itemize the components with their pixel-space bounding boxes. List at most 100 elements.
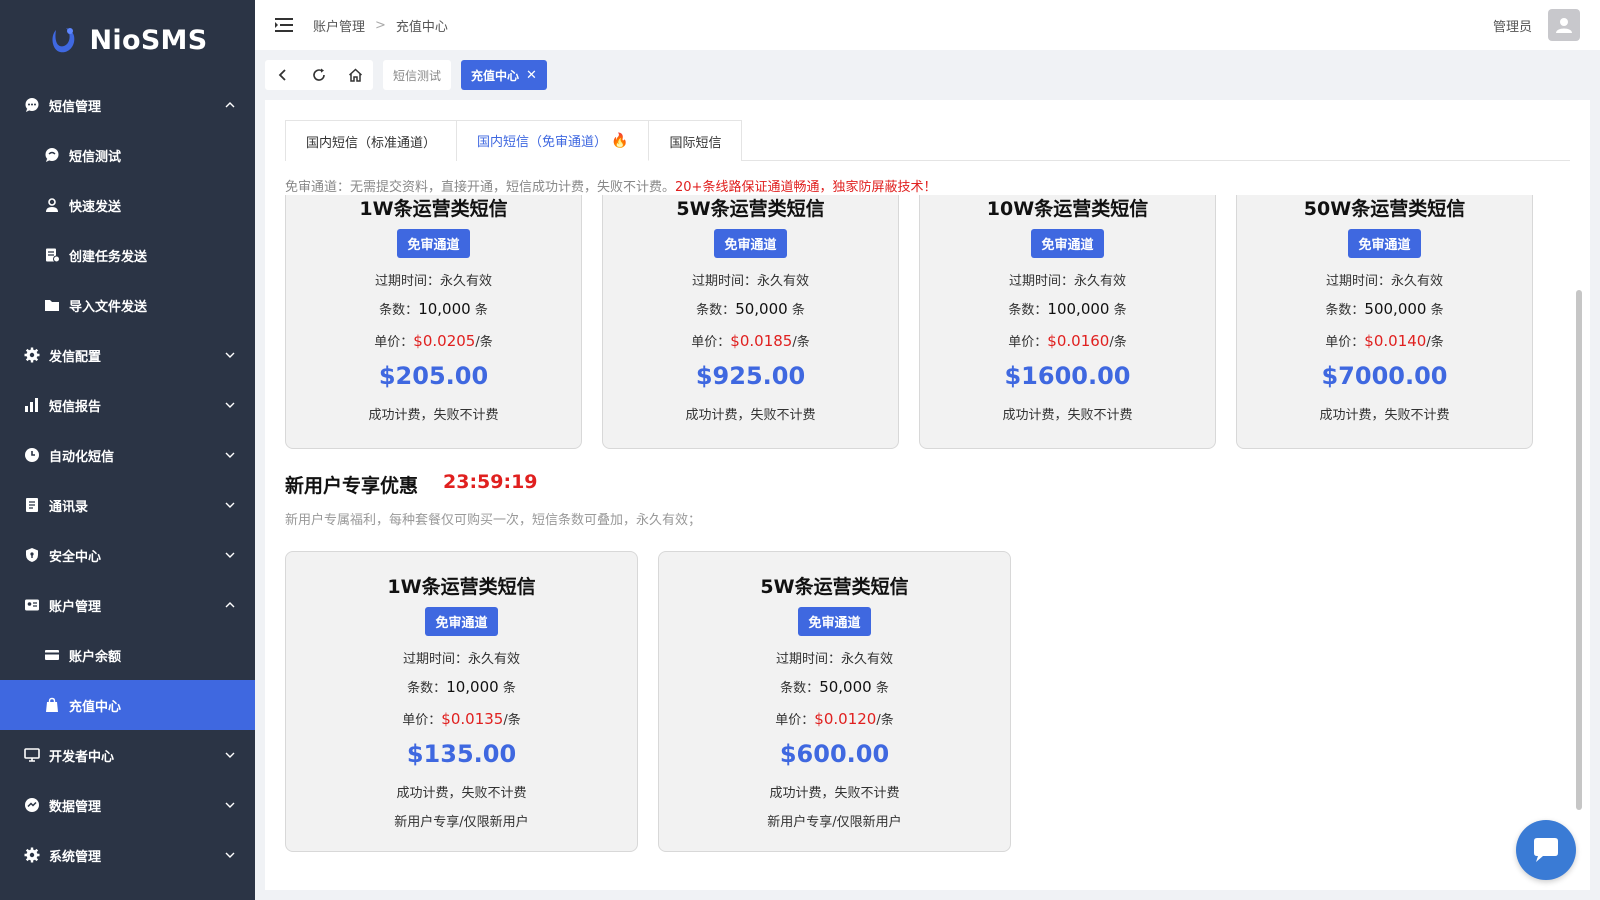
expire-label: 过期时间： (691, 274, 757, 289)
channel-tabs: 国内短信（标准通道） 国内短信（免审通道） 🔥 国际短信 (285, 120, 1570, 161)
unit-price-label: 单价： (1008, 335, 1048, 350)
tab-international[interactable]: 国际短信 (649, 120, 743, 161)
avatar[interactable] (1548, 9, 1580, 41)
address-book-icon (24, 497, 40, 513)
expire-row: 过期时间：永久有效 (776, 652, 893, 667)
logo[interactable]: NioSMS (0, 0, 255, 80)
breadcrumb-item[interactable]: 账户管理 (313, 16, 365, 35)
sidebar-item-13[interactable]: 开发者中心 (0, 730, 255, 780)
chevron-up-icon (225, 600, 235, 610)
expire-row: 过期时间：永久有效 (1326, 274, 1443, 289)
unit-price-unit: /条 (876, 713, 894, 728)
sidebar-item-14[interactable]: 数据管理 (0, 780, 255, 830)
sidebar-item-0[interactable]: 短信管理 (0, 80, 255, 130)
unit-price-row: 单价：$0.0160/条 (1008, 332, 1126, 350)
sidebar-item-2[interactable]: 快速发送 (0, 180, 255, 230)
unit-price-value: $0.0185 (730, 332, 793, 350)
sidebar-item-5[interactable]: 发信配置 (0, 330, 255, 380)
count-value: 10,000 (418, 300, 471, 318)
expire-label: 过期时间： (1325, 274, 1391, 289)
tab-label: 国内短信（标准通道） (306, 135, 437, 151)
sidebar-item-9[interactable]: 安全中心 (0, 530, 255, 580)
sidebar-item-4[interactable]: 导入文件发送 (0, 280, 255, 330)
sidebar-item-6[interactable]: 短信报告 (0, 380, 255, 430)
sidebar-item-1[interactable]: 短信测试 (0, 130, 255, 180)
expire-row: 过期时间：永久有效 (1009, 274, 1126, 289)
sidebar-item-label: 创建任务发送 (69, 249, 148, 265)
main-content: 国内短信（标准通道） 国内短信（免审通道） 🔥 国际短信 免审通道：无需提交资料… (265, 100, 1590, 890)
expire-value: 永久有效 (1391, 274, 1444, 289)
sidebar-item-3[interactable]: 创建任务发送 (0, 230, 255, 280)
sidebar-item-12[interactable]: 充值中心 (0, 680, 255, 730)
promo-package-card[interactable]: 5W条运营类短信 免审通道 过期时间：永久有效 条数：50,000 条单价：$0.01… (658, 551, 1011, 852)
sidebar-item-7[interactable]: 自动化短信 (0, 430, 255, 480)
package-card[interactable]: 5W条运营类短信 免审通道 过期时间：永久有效 条数：50,000 条单价：$0.01… (602, 195, 899, 449)
channel-badge[interactable]: 免审通道 (425, 607, 498, 636)
sidebar-item-label: 发信配置 (49, 349, 102, 365)
total-price: $600.00 (779, 740, 890, 768)
package-title: 1W条运营类短信 (387, 576, 536, 598)
sidebar-item-label: 快速发送 (69, 199, 122, 215)
home-button[interactable] (337, 60, 373, 90)
new-user-note: 新用户专享/仅限新用户 (394, 815, 529, 830)
page-tab-recharge[interactable]: 充值中心 ✕ (461, 60, 547, 90)
billing-note: 成功计费，失败不计费 (368, 408, 499, 423)
breadcrumb: 账户管理 > 充值中心 (313, 16, 1493, 35)
chevron-up-icon (225, 100, 235, 110)
sidebar-item-10[interactable]: 账户管理 (0, 580, 255, 630)
count-row: 条数：10,000 条 (379, 300, 488, 318)
scrollbar-thumb[interactable] (1576, 290, 1582, 810)
menu-toggle-icon[interactable] (275, 17, 293, 33)
expire-value: 永久有效 (468, 652, 521, 667)
total-price: $1600.00 (1004, 362, 1131, 390)
count-row: 条数：100,000 条 (1008, 300, 1126, 318)
sidebar-menu: 短信管理短信测试快速发送创建任务发送导入文件发送发信配置短信报告自动化短信通讯录… (0, 80, 255, 880)
chat-button[interactable] (1516, 820, 1576, 880)
count-label: 条数： (1325, 303, 1365, 318)
channel-badge[interactable]: 免审通道 (798, 607, 871, 636)
chevron-down-icon (225, 350, 235, 360)
count-value: 500,000 (1364, 300, 1427, 318)
package-title: 10W条运营类短信 (986, 198, 1149, 220)
channel-badge[interactable]: 免审通道 (1031, 229, 1104, 258)
sidebar-item-15[interactable]: 系统管理 (0, 830, 255, 880)
back-button[interactable] (265, 60, 301, 90)
sidebar-item-11[interactable]: 账户余额 (0, 630, 255, 680)
tab-domestic-exempt[interactable]: 国内短信（免审通道） 🔥 (457, 120, 650, 161)
home-icon (348, 68, 362, 82)
page-tab-sms-test[interactable]: 短信测试 (383, 60, 452, 90)
close-icon[interactable]: ✕ (526, 68, 537, 83)
package-card[interactable]: 1W条运营类短信 免审通道 过期时间：永久有效 条数：10,000 条单价：$0.02… (285, 195, 582, 449)
count-label: 条数： (696, 303, 736, 318)
channel-badge[interactable]: 免审通道 (714, 229, 787, 258)
package-card[interactable]: 10W条运营类短信免审通道过期时间：永久有效 条数：100,000 条单价：$0.… (919, 195, 1216, 449)
tab-domestic-standard[interactable]: 国内短信（标准通道） (285, 120, 458, 161)
billing-note: 成功计费，失败不计费 (769, 786, 900, 801)
sidebar-item-label: 数据管理 (49, 799, 102, 815)
chevron-down-icon (225, 750, 235, 760)
promo-package-card[interactable]: 1W条运营类短信 免审通道 过期时间：永久有效 条数：10,000 条单价：$0.01… (285, 551, 638, 852)
data-icon (24, 797, 40, 813)
unit-price-label: 单价： (402, 713, 442, 728)
package-scroll-area[interactable]: 1W条运营类短信 免审通道 过期时间：永久有效 条数：10,000 条单价：$0.02… (285, 195, 1570, 890)
unit-price-label: 单价： (775, 713, 815, 728)
channel-badge[interactable]: 免审通道 (1348, 229, 1421, 258)
channel-badge[interactable]: 免审通道 (397, 229, 470, 258)
sidebar-item-label: 短信管理 (49, 99, 102, 115)
user-name[interactable]: 管理员 (1493, 16, 1532, 35)
refresh-button[interactable] (301, 60, 337, 90)
package-card[interactable]: 50W条运营类短信 免审通道 过期时间：永久有效 条数：500,000 条单价：$0.… (1236, 195, 1533, 449)
count-value: 50,000 (819, 678, 872, 696)
expire-row: 过期时间：永久有效 (692, 274, 809, 289)
promo-description: 新用户专属福利，每种套餐仅可购买一次，短信条数可叠加，永久有效； (285, 513, 702, 528)
sidebar-item-label: 自动化短信 (49, 449, 115, 465)
expire-label: 过期时间： (402, 652, 468, 667)
total-price: $925.00 (695, 362, 806, 390)
count-unit: 条 (871, 681, 889, 696)
count-value: 50,000 (735, 300, 788, 318)
fire-icon: 🔥 (611, 132, 629, 149)
notice-highlight: 20+条线路保证通道畅通，独家防屏蔽技术！ (675, 180, 937, 195)
sidebar-item-8[interactable]: 通讯录 (0, 480, 255, 530)
message-icon (44, 147, 60, 163)
unit-price-unit: /条 (792, 335, 810, 350)
